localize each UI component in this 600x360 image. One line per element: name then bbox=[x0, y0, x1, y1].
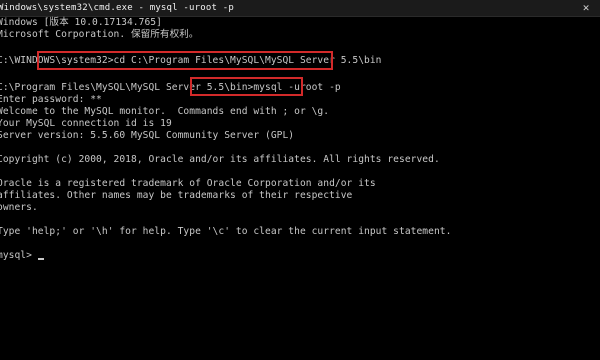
console-line: affiliates. Other names may be trademark… bbox=[0, 190, 353, 201]
title-bar[interactable]: Windows\system32\cmd.exe - mysql -uroot … bbox=[0, 0, 600, 17]
console-line: Your MySQL connection id is 19 bbox=[0, 118, 172, 129]
console-line: Windows [版本 10.0.17134.765] bbox=[0, 17, 162, 28]
window-title: Windows\system32\cmd.exe - mysql -uroot … bbox=[0, 3, 234, 13]
mysql-prompt: mysql> bbox=[0, 250, 38, 261]
console-line: Enter password: ** bbox=[0, 94, 102, 105]
cmd-window: Windows\system32\cmd.exe - mysql -uroot … bbox=[0, 0, 600, 360]
highlight-mysql-command bbox=[190, 77, 303, 96]
text-cursor bbox=[37, 258, 44, 260]
console-line: Copyright (c) 2000, 2018, Oracle and/or … bbox=[0, 154, 440, 165]
close-icon[interactable]: ✕ bbox=[572, 0, 600, 16]
console-line: Welcome to the MySQL monitor. Commands e… bbox=[0, 106, 330, 117]
console-line: Microsoft Corporation. 保留所有权利。 bbox=[0, 29, 199, 40]
highlight-cd-command bbox=[37, 51, 333, 70]
console-output[interactable]: Windows [版本 10.0.17134.765] Microsoft Co… bbox=[0, 17, 600, 360]
console-prompt-line[interactable]: mysql> bbox=[0, 250, 44, 262]
console-line: Oracle is a registered trademark of Orac… bbox=[0, 178, 376, 189]
console-line: Server version: 5.5.60 MySQL Community S… bbox=[0, 130, 295, 141]
console-line: owners. bbox=[0, 202, 38, 213]
console-line: Type 'help;' or '\h' for help. Type '\c'… bbox=[0, 226, 452, 237]
